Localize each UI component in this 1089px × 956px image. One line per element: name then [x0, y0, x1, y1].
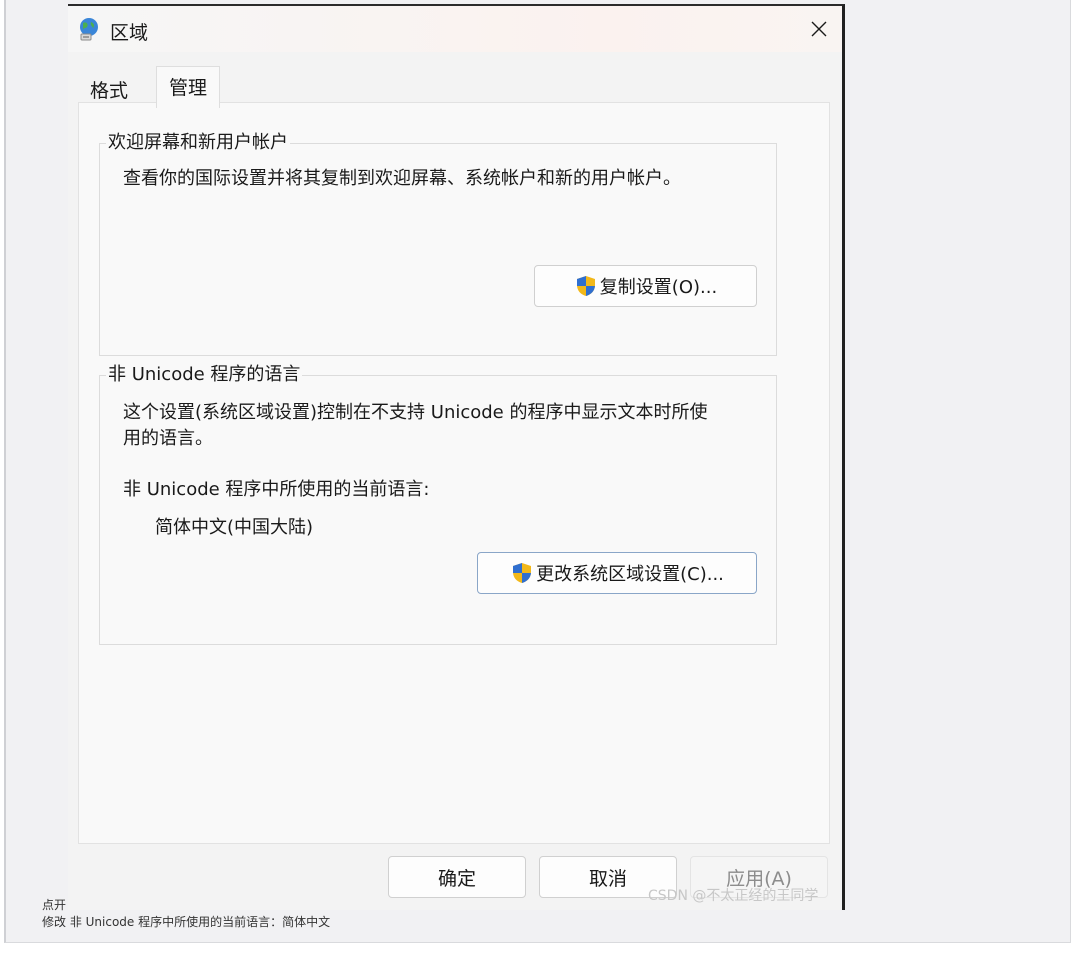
region-dialog: 区域 格式 管理 欢迎屏幕和新用户帐户 查看你的国际设置并将其复制到欢迎屏幕、系…	[68, 4, 845, 910]
non-unicode-description-line2: 用的语言。	[123, 428, 213, 449]
close-button[interactable]	[796, 6, 842, 52]
caption-line2: 修改 非 Unicode 程序中所使用的当前语言：简体中文	[42, 915, 331, 929]
tab-panel-administrative: 欢迎屏幕和新用户帐户 查看你的国际设置并将其复制到欢迎屏幕、系统帐户和新的用户帐…	[78, 102, 830, 844]
non-unicode-group: 非 Unicode 程序的语言 这个设置(系统区域设置)控制在不支持 Unico…	[99, 363, 777, 645]
change-system-locale-label: 更改系统区域设置(C)...	[536, 564, 724, 585]
ok-button[interactable]: 确定	[388, 856, 526, 898]
current-language-label: 非 Unicode 程序中所使用的当前语言:	[123, 479, 430, 500]
copy-settings-label: 复制设置(O)...	[599, 277, 718, 298]
welcome-description: 查看你的国际设置并将其复制到欢迎屏幕、系统帐户和新的用户帐户。	[123, 168, 681, 189]
csdn-watermark: CSDN @不太正经的王同学	[648, 888, 819, 904]
copy-settings-button[interactable]: 复制设置(O)...	[534, 265, 757, 307]
uac-shield-icon	[576, 276, 595, 296]
non-unicode-group-title: 非 Unicode 程序的语言	[106, 363, 303, 387]
welcome-group-title: 欢迎屏幕和新用户帐户	[106, 131, 290, 155]
title-bar: 区域	[68, 6, 842, 52]
uac-shield-icon	[513, 563, 532, 583]
current-language-value: 简体中文(中国大陆)	[155, 517, 314, 538]
close-icon	[811, 21, 827, 37]
window-title: 区域	[110, 22, 149, 44]
change-system-locale-button[interactable]: 更改系统区域设置(C)...	[477, 552, 757, 594]
non-unicode-description-line1: 这个设置(系统区域设置)控制在不支持 Unicode 的程序中显示文本时所使	[123, 402, 708, 423]
caption-line1: 点开	[42, 898, 67, 912]
tab-administrative[interactable]: 管理	[156, 66, 221, 108]
welcome-screen-group: 欢迎屏幕和新用户帐户 查看你的国际设置并将其复制到欢迎屏幕、系统帐户和新的用户帐…	[99, 131, 777, 356]
globe-icon	[80, 18, 98, 41]
